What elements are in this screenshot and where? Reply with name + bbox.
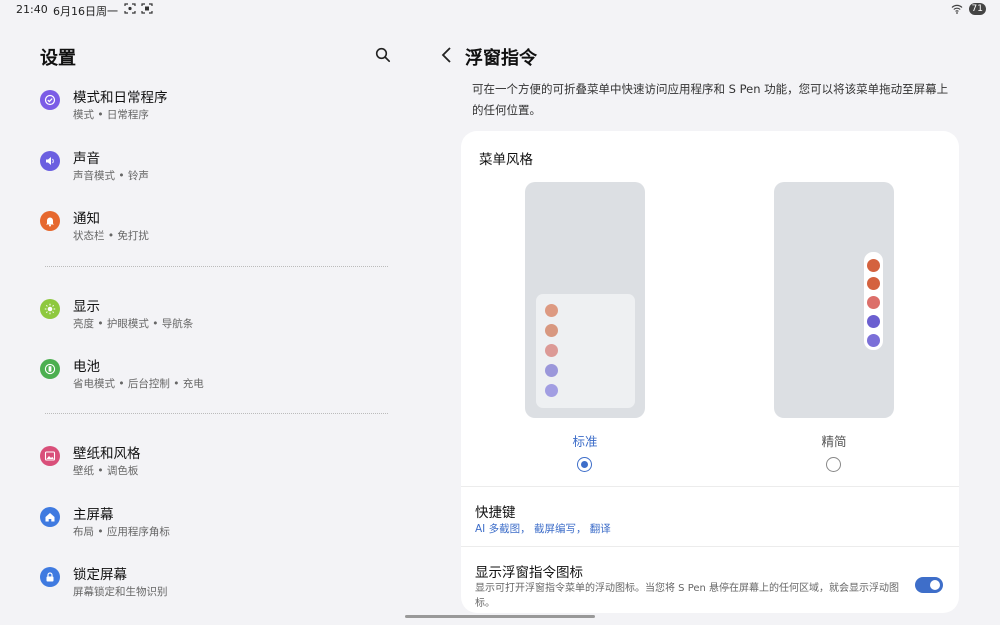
back-arrow-icon[interactable]: [440, 46, 454, 64]
show-icon-toggle[interactable]: [915, 577, 943, 593]
screenshot-icon: [124, 3, 136, 14]
page-description: 可在一个方便的可折叠菜单中快速访问应用程序和 S Pen 功能，您可以将该菜单拖…: [472, 82, 949, 117]
settings-card: 菜单风格 标准 精简 快捷键 AI 多截图， 截屏编写， 翻译 显示浮窗指令图标…: [461, 131, 959, 613]
menu-style-title: 菜单风格: [479, 152, 533, 168]
settings-item-label: 通知: [73, 211, 100, 227]
menu-dot: [867, 277, 880, 290]
menu-dot: [545, 324, 558, 337]
shortcuts-title: 快捷键: [475, 505, 516, 521]
wifi-icon: [951, 4, 962, 14]
settings-item-notifications[interactable]: 通知 状态栏 • 免打扰: [38, 207, 398, 253]
section-divider: [45, 266, 388, 267]
menu-dot: [545, 344, 558, 357]
menu-dot: [545, 364, 558, 377]
row-divider: [461, 546, 959, 547]
settings-item-home-screen[interactable]: 主屏幕 布局 • 应用程序角标: [38, 503, 398, 549]
menu-dot: [545, 384, 558, 397]
menu-dot: [867, 296, 880, 309]
standard-label: 标准: [572, 434, 598, 449]
slim-preview[interactable]: [774, 182, 894, 418]
show-icon-description: 显示可打开浮窗指令菜单的浮动图标。当您将 S Pen 悬停在屏幕上的任何区域，就…: [475, 583, 900, 609]
settings-item-battery[interactable]: 电池 省电模式 • 后台控制 • 充电: [38, 355, 398, 401]
lock-icon: [40, 567, 60, 587]
slim-menu-panel: [864, 252, 883, 350]
settings-item-label: 模式和日常程序: [73, 90, 168, 106]
battery-icon: [40, 359, 60, 379]
slim-radio[interactable]: [826, 457, 841, 472]
standard-menu-panel: [536, 294, 635, 408]
menu-dot: [867, 315, 880, 328]
settings-item-sub: 状态栏 • 免打扰: [73, 230, 149, 242]
slim-label: 精简: [821, 434, 847, 449]
sun-icon: [40, 299, 60, 319]
status-bar: 21:40 6月16日周一 71: [0, 0, 1000, 20]
row-divider: [461, 486, 959, 487]
settings-item-display[interactable]: 显示 亮度 • 护眼模式 • 导航条: [38, 295, 398, 341]
settings-item-sub: 亮度 • 护眼模式 • 导航条: [73, 318, 194, 330]
menu-dot: [867, 259, 880, 272]
home-icon: [40, 507, 60, 527]
settings-title: 设置: [40, 48, 76, 69]
section-divider: [45, 413, 388, 414]
status-time: 21:40: [16, 3, 48, 16]
menu-dot: [545, 304, 558, 317]
settings-item-sub: 声音模式 • 铃声: [73, 170, 149, 182]
standard-preview[interactable]: [525, 182, 645, 418]
scan-icon: [141, 3, 153, 14]
settings-item-sub: 壁纸 • 调色板: [73, 465, 139, 477]
show-icon-title: 显示浮窗指令图标: [475, 565, 583, 581]
battery-level: 71: [968, 3, 986, 15]
settings-item-modes[interactable]: 模式和日常程序 模式 • 日常程序: [38, 86, 398, 132]
bell-icon: [40, 211, 60, 231]
settings-item-sub: 省电模式 • 后台控制 • 充电: [73, 378, 204, 390]
settings-item-sub: 屏幕锁定和生物识别: [73, 586, 168, 598]
shortcuts-value: AI 多截图， 截屏编写， 翻译: [475, 523, 611, 535]
settings-item-wallpaper[interactable]: 壁纸和风格 壁纸 • 调色板: [38, 442, 398, 488]
home-indicator[interactable]: [405, 615, 595, 618]
settings-item-label: 显示: [73, 299, 100, 315]
standard-radio[interactable]: [577, 457, 592, 472]
status-right: 71: [951, 3, 986, 15]
settings-item-sub: 模式 • 日常程序: [73, 109, 149, 121]
page-title: 浮窗指令: [465, 48, 537, 69]
check-circle-icon: [40, 90, 60, 110]
settings-item-lock-screen[interactable]: 锁定屏幕 屏幕锁定和生物识别: [38, 563, 398, 609]
speaker-icon: [40, 151, 60, 171]
search-icon[interactable]: [375, 47, 391, 63]
settings-item-label: 声音: [73, 151, 100, 167]
image-icon: [40, 446, 60, 466]
settings-item-label: 主屏幕: [73, 507, 114, 523]
status-date: 6月16日周一: [53, 5, 118, 18]
settings-item-label: 壁纸和风格: [73, 446, 141, 462]
settings-item-label: 锁定屏幕: [73, 567, 127, 583]
settings-item-label: 电池: [73, 359, 100, 375]
menu-dot: [867, 334, 880, 347]
settings-item-sub: 布局 • 应用程序角标: [73, 526, 170, 538]
settings-item-sound[interactable]: 声音 声音模式 • 铃声: [38, 147, 398, 193]
